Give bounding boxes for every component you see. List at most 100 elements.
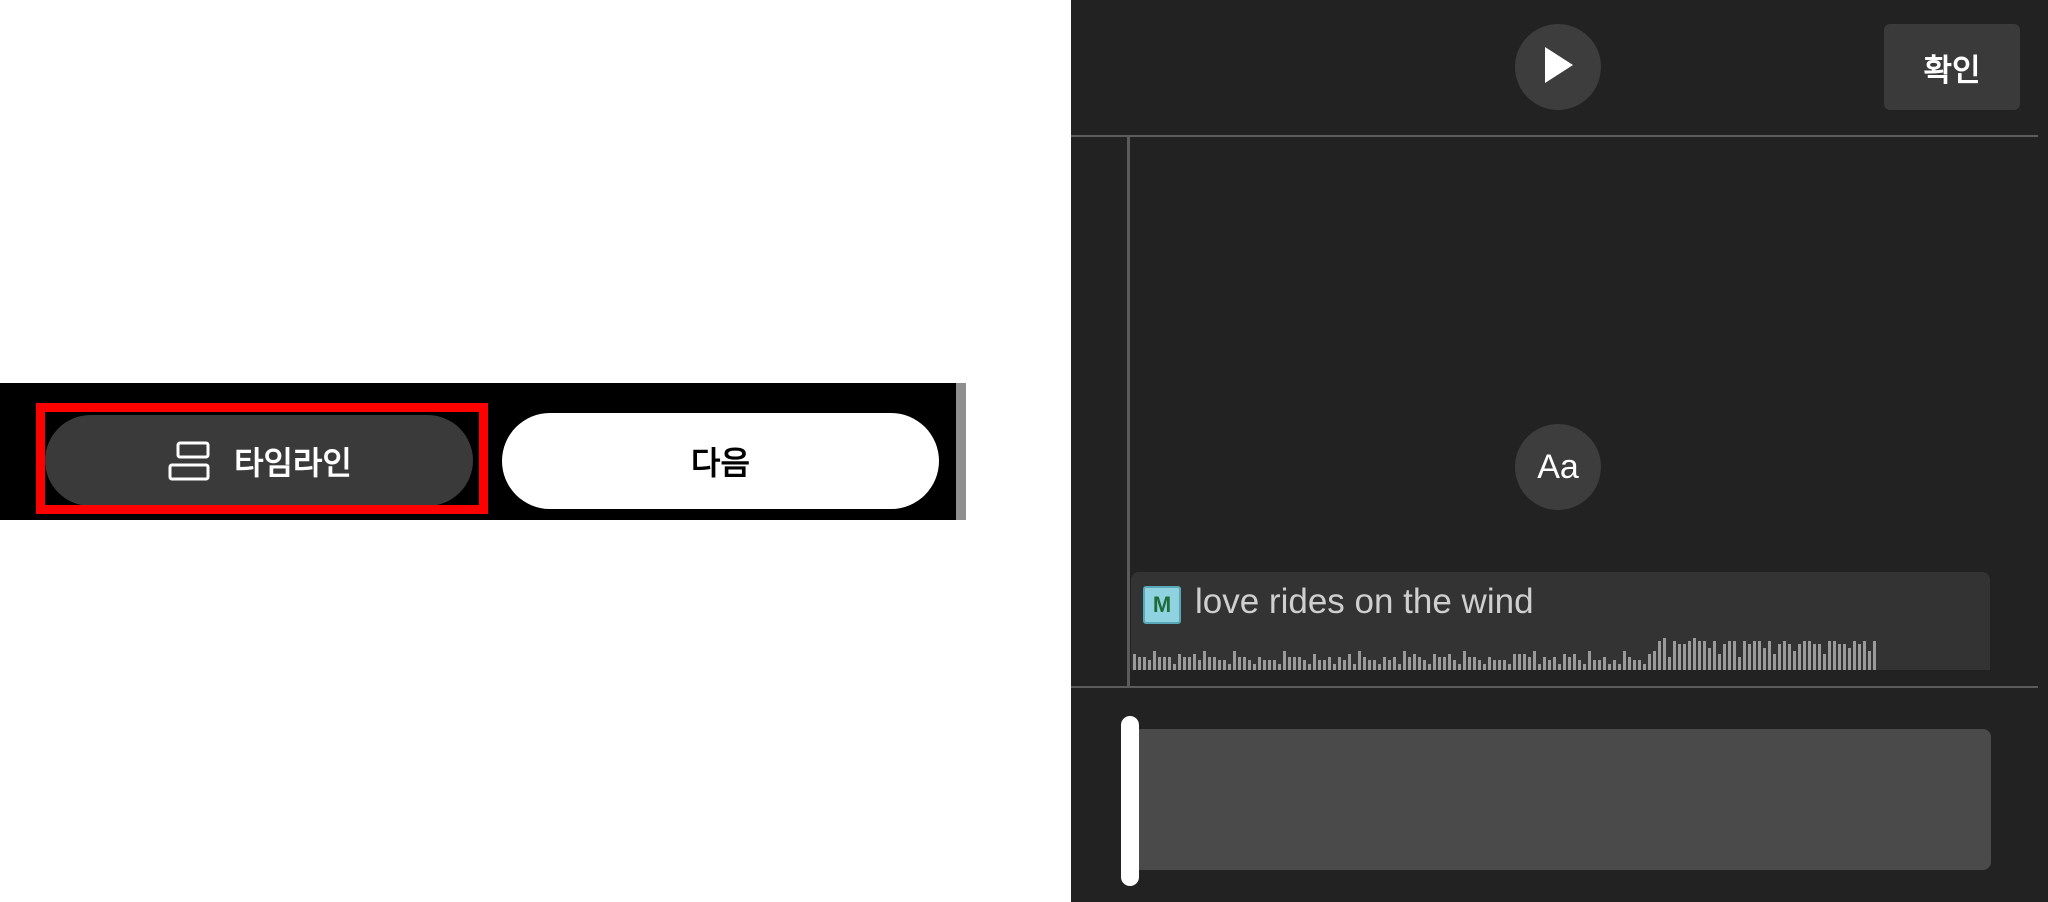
add-text-button[interactable]: Aa	[1515, 424, 1601, 510]
waveform-bar	[1703, 641, 1706, 670]
waveform-bar	[1313, 654, 1316, 670]
waveform-bar	[1828, 641, 1831, 670]
waveform-bar	[1868, 651, 1871, 670]
waveform-bar	[1273, 660, 1276, 670]
waveform-bar	[1803, 641, 1806, 670]
waveform-bar	[1543, 657, 1546, 670]
editor-panel: 확인 Aa M love rides on the wind	[1071, 0, 2048, 902]
waveform-bar	[1768, 641, 1771, 670]
waveform-bar	[1693, 638, 1696, 670]
waveform-bar	[1758, 641, 1761, 670]
waveform-bar	[1873, 641, 1876, 670]
waveform-bar	[1253, 664, 1256, 670]
waveform-bar	[1628, 657, 1631, 670]
waveform-bar	[1538, 664, 1541, 670]
editor-topbar: 확인	[1071, 0, 2048, 136]
waveform-bar	[1698, 641, 1701, 670]
waveform-bar	[1218, 660, 1221, 670]
play-button[interactable]	[1515, 24, 1601, 110]
video-track[interactable]	[1131, 729, 1991, 870]
waveform-bar	[1148, 660, 1151, 670]
waveform-bar	[1638, 660, 1641, 670]
waveform-bar	[1323, 660, 1326, 670]
waveform-bar	[1418, 657, 1421, 670]
waveform-bar	[1848, 648, 1851, 670]
waveform-bar	[1488, 657, 1491, 670]
waveform-bar	[1243, 657, 1246, 670]
waveform-bar	[1398, 664, 1401, 670]
waveform-bar	[1738, 657, 1741, 670]
add-text-label: Aa	[1537, 447, 1579, 486]
waveform-bar	[1478, 660, 1481, 670]
highlight-box	[36, 403, 488, 514]
waveform-bar	[1393, 657, 1396, 670]
waveform-bar	[1258, 657, 1261, 670]
waveform-bar	[1143, 657, 1146, 670]
waveform-bar	[1708, 648, 1711, 670]
waveform-bar	[1368, 660, 1371, 670]
waveform-bar	[1588, 651, 1591, 670]
waveform-bar	[1358, 651, 1361, 670]
audio-track[interactable]: M love rides on the wind	[1131, 572, 1990, 670]
audio-track-title: love rides on the wind	[1195, 582, 1534, 621]
timeline-divider-bottom	[1071, 686, 2038, 688]
waveform-bar	[1213, 657, 1216, 670]
waveform-bar	[1648, 654, 1651, 670]
timeline-playhead	[1127, 137, 1130, 686]
waveform-bar	[1553, 657, 1556, 670]
waveform-bar	[1723, 644, 1726, 670]
waveform-bar	[1423, 660, 1426, 670]
waveform-bar	[1653, 651, 1656, 670]
waveform-bar	[1513, 654, 1516, 670]
timeline-divider-top	[1071, 135, 2038, 137]
waveform-bar	[1333, 664, 1336, 670]
waveform-bar	[1528, 657, 1531, 670]
waveform-bar	[1818, 644, 1821, 670]
next-button[interactable]: 다음	[502, 413, 939, 509]
waveform-bar	[1408, 657, 1411, 670]
waveform-bar	[1283, 651, 1286, 670]
waveform-bar	[1863, 641, 1866, 670]
waveform-bar	[1788, 644, 1791, 670]
waveform-bar	[1753, 641, 1756, 670]
waveform-bar	[1773, 654, 1776, 670]
waveform-bar	[1593, 660, 1596, 670]
waveform-bar	[1353, 664, 1356, 670]
waveform-bar	[1308, 664, 1311, 670]
waveform-bar	[1728, 641, 1731, 670]
waveform-bar	[1133, 654, 1136, 670]
waveform-bar	[1563, 654, 1566, 670]
waveform-bar	[1378, 664, 1381, 670]
waveform-bar	[1428, 664, 1431, 670]
waveform-bar	[1303, 660, 1306, 670]
waveform-bar	[1298, 657, 1301, 670]
waveform-bar	[1483, 664, 1486, 670]
waveform-bar	[1583, 664, 1586, 670]
waveform-bar	[1363, 657, 1366, 670]
waveform-bar	[1853, 641, 1856, 670]
waveform-bar	[1503, 660, 1506, 670]
waveform-bar	[1448, 654, 1451, 670]
confirm-button[interactable]: 확인	[1884, 24, 2020, 110]
waveform-bar	[1713, 641, 1716, 670]
play-icon	[1541, 45, 1575, 89]
waveform-bar	[1223, 660, 1226, 670]
waveform-bar	[1558, 664, 1561, 670]
waveform-bar	[1263, 660, 1266, 670]
waveform-bar	[1383, 657, 1386, 670]
waveform-bar	[1293, 657, 1296, 670]
waveform-bar	[1748, 644, 1751, 670]
waveform-bar	[1518, 654, 1521, 670]
waveform-bar	[1388, 660, 1391, 670]
waveform-bar	[1373, 660, 1376, 670]
waveform-bar	[1843, 644, 1846, 670]
scrub-handle[interactable]	[1121, 716, 1139, 886]
waveform-bar	[1458, 664, 1461, 670]
waveform-bar	[1813, 644, 1816, 670]
waveform-bar	[1238, 657, 1241, 670]
waveform-bar	[1548, 660, 1551, 670]
waveform-bar	[1203, 651, 1206, 670]
waveform-bar	[1663, 638, 1666, 670]
next-button-label: 다음	[691, 444, 750, 482]
waveform-bar	[1348, 654, 1351, 670]
